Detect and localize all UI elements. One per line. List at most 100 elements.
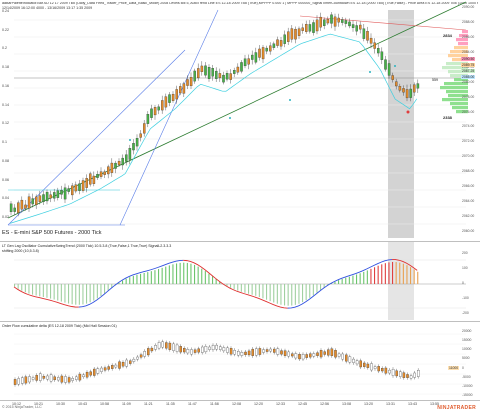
candle [337, 17, 340, 23]
oscillator-histogram-bar [50, 284, 52, 299]
left-axis-label: 0.14 [2, 102, 9, 107]
delta-candle [291, 353, 294, 357]
time-axis-label: 13:20 [364, 402, 373, 406]
oscillator-histogram-bar [298, 284, 300, 304]
candle [413, 84, 416, 93]
right-axis-label: 2072.00 [462, 139, 475, 144]
right-axis-label: 2060.00 [462, 229, 475, 233]
delta-candle [409, 375, 413, 379]
oscillator-histogram-bar [100, 284, 102, 296]
delta-candle [211, 345, 215, 351]
delta-candle [193, 349, 197, 353]
candle [276, 39, 279, 46]
signal-dot [129, 139, 131, 141]
delta-candle [78, 373, 82, 381]
delta-candle [337, 353, 341, 357]
candle [233, 70, 236, 74]
candle [294, 28, 297, 40]
delta-candle [190, 349, 193, 355]
delta-panel[interactable]: Order Flow cumulative delta (ES 12-18 20… [0, 322, 480, 400]
oscillator-chart[interactable] [0, 242, 480, 320]
right-axis-label: 2086.00 [462, 34, 475, 39]
price-tag: 2087.25 [461, 69, 476, 73]
delta-candle [89, 371, 92, 376]
candle [351, 24, 355, 28]
oscillator-axis-label: 100 [462, 266, 468, 270]
delta-candle [129, 360, 132, 364]
left-axis-label: 0.22 [2, 27, 9, 32]
signal-dot [394, 65, 396, 67]
delta-candle [107, 366, 110, 370]
oscillator-histogram-bar [107, 284, 109, 291]
delta-candle [172, 343, 175, 351]
candle [207, 67, 211, 79]
candle [81, 180, 85, 191]
time-axis-label: 12:08 [232, 402, 241, 406]
candle [99, 171, 103, 177]
delta-candle [384, 367, 388, 374]
candle [103, 171, 106, 175]
candle [42, 194, 45, 202]
delta-candle [341, 353, 344, 360]
delta-axis-label: 10000 [462, 347, 472, 352]
oscillator-histogram-bar [251, 284, 253, 295]
candle [35, 196, 38, 205]
candle [157, 106, 160, 111]
oscillator-panel[interactable]: LT Gen Lag Oscillator CumulativeSwingTre… [0, 242, 480, 320]
volume-profile-bar [458, 42, 468, 46]
price-tag: 2089.75 [461, 63, 476, 67]
delta-chart[interactable] [0, 322, 480, 400]
candle [341, 19, 344, 23]
candle [269, 45, 272, 52]
oscillator-histogram-bar [280, 284, 282, 305]
right-axis-label: 2078.00 [462, 94, 475, 99]
oscillator-histogram-bar [122, 280, 124, 284]
candle [215, 70, 218, 79]
oscillator-histogram-bar [75, 284, 77, 305]
left-axis-label: 0.2 [2, 46, 7, 51]
delta-candle [391, 369, 395, 376]
time-axis-label: 13:08 [342, 402, 351, 406]
candle [27, 196, 31, 209]
candle [67, 188, 70, 192]
oscillator-histogram-bar [64, 284, 66, 303]
delta-candle [53, 376, 56, 381]
candle [297, 28, 301, 36]
delta-candle [13, 379, 17, 385]
oscillator-histogram-bar [21, 284, 23, 291]
candle [405, 89, 409, 99]
delta-candle [323, 351, 326, 355]
delta-candle [265, 349, 269, 352]
left-axis-label: 0.16 [2, 83, 9, 88]
delta-candle [39, 373, 42, 381]
candle [204, 65, 207, 76]
delta-candle [388, 369, 391, 374]
delta-candle [175, 344, 179, 352]
oscillator-histogram-bar [338, 280, 340, 284]
candle [287, 31, 290, 42]
delta-candle [121, 361, 125, 367]
oscillator-histogram-bar [356, 274, 358, 284]
delta-candle [143, 351, 146, 357]
oscillator-histogram-bar [370, 268, 372, 284]
price-chart[interactable] [0, 0, 480, 240]
delta-candle [215, 344, 218, 350]
delta-candle [233, 350, 236, 355]
delta-candle [309, 353, 312, 358]
candle [387, 63, 391, 76]
delta-candle [417, 370, 420, 377]
oscillator-histogram-bar [284, 284, 286, 306]
candle [189, 77, 193, 87]
delta-candle [373, 366, 377, 369]
delta-candle [96, 368, 100, 374]
candle [9, 203, 13, 213]
delta-candle [226, 347, 229, 353]
candle [218, 73, 222, 78]
oscillator-histogram-bar [258, 284, 260, 298]
oscillator-histogram-bar [93, 284, 95, 301]
candle [326, 19, 330, 24]
volume-profile-bar [454, 46, 468, 50]
delta-candle [294, 353, 298, 359]
price-panel[interactable]: 0.24 0.22 0.2 0.18 0.16 0.14 0.12 0.1 0.08 0.06 0.… [0, 0, 480, 240]
candle [398, 86, 402, 91]
